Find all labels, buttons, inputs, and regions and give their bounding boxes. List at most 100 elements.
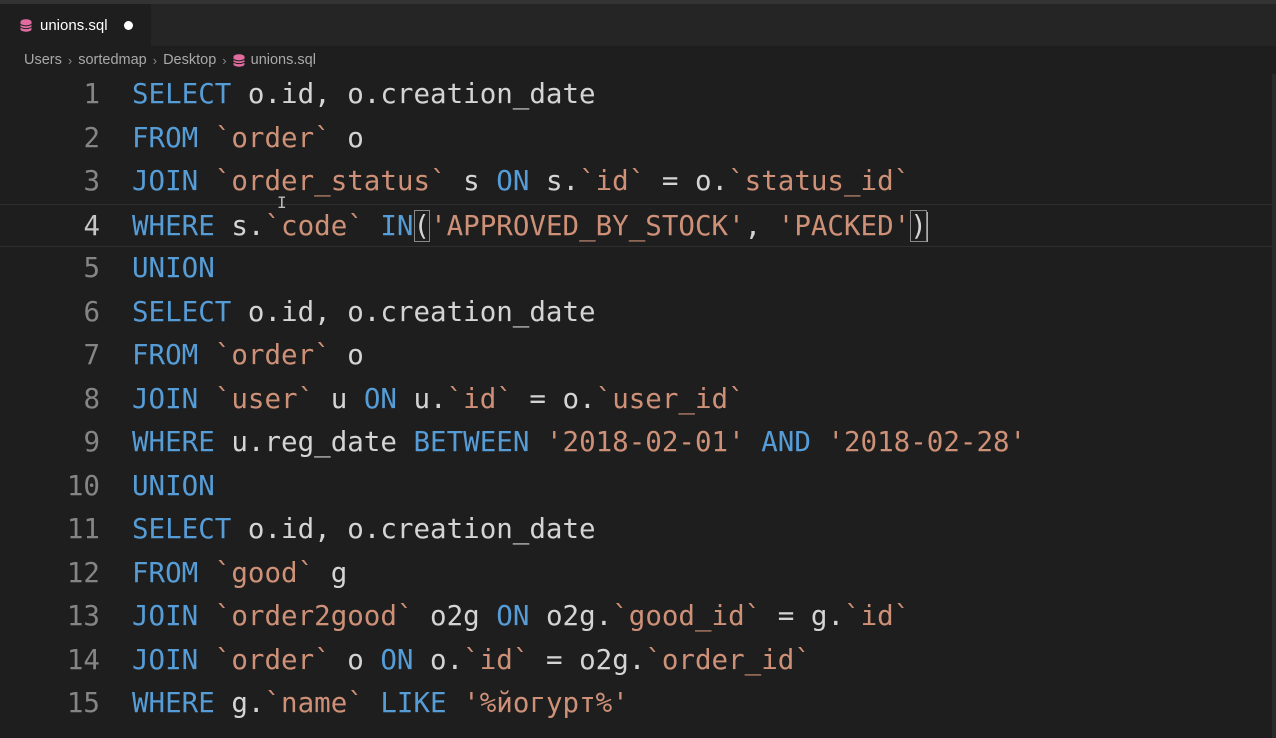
code-token: ON [496, 165, 530, 197]
code-token: JOIN [132, 165, 199, 197]
line-number: 12 [66, 556, 100, 589]
code-token: `order2good` [214, 600, 414, 632]
code-token: `order` [214, 121, 331, 154]
code-line[interactable]: 12 FROM `good` g [0, 552, 1276, 596]
code-text: SELECT o.id, o.creation_date [132, 291, 596, 335]
code-token: UNION [132, 252, 215, 284]
code-text: SELECT o.id, o.creation_date [132, 508, 596, 552]
line-number: 2 [83, 121, 100, 154]
code-token: = [512, 382, 563, 415]
code-token: `order_status` [214, 165, 447, 197]
code-token: o. [694, 165, 729, 197]
code-token: '2018-02-01' [545, 426, 745, 458]
code-line[interactable]: 13 JOIN `order2good` o2g ON o2g.`good_id`… [0, 595, 1276, 639]
code-token: ON [380, 643, 414, 676]
code-line[interactable]: 2 FROM `order` o [0, 117, 1276, 161]
code-token: o2g. [529, 600, 613, 632]
code-token: WHERE [132, 426, 215, 458]
code-token: '%йогурт%' [463, 687, 629, 719]
code-text: JOIN `order_status` s ON s.`id` = o.`sta… [132, 160, 910, 204]
code-token: 'APPROVED_BY_STOCK' [430, 209, 745, 242]
code-token: `order` [214, 643, 331, 676]
code-token: WHERE [132, 209, 215, 242]
line-number: 10 [66, 469, 100, 502]
tab-unions-sql[interactable]: unions.sql [0, 4, 151, 46]
code-token: `name` [264, 687, 364, 719]
code-line[interactable]: 5 UNION [0, 247, 1276, 291]
code-editor[interactable]: 1 SELECT o.id, o.creation_date 2 FROM `orde… [0, 74, 1276, 738]
code-token: AND [761, 426, 811, 458]
code-token: `order` [214, 339, 331, 371]
code-line[interactable]: 10 UNION [0, 465, 1276, 509]
code-line[interactable]: 14 JOIN `order` o ON o.`id` = o2g.`order_… [0, 639, 1276, 683]
code-line[interactable]: 11 SELECT o.id, o.creation_date [0, 508, 1276, 552]
line-number: 8 [83, 382, 100, 415]
code-token: `user_id` [595, 382, 745, 415]
code-text: UNION [132, 247, 215, 291]
code-token: SELECT [132, 513, 232, 545]
tab-bar: unions.sql [0, 4, 1276, 46]
code-line[interactable]: 6 SELECT o.id, o.creation_date [0, 291, 1276, 335]
code-text: SELECT o.id, o.creation_date [132, 73, 596, 117]
code-token: SELECT [132, 78, 232, 110]
code-line[interactable]: 3 JOIN `order_status` s ON s.`id` = o.`st… [0, 160, 1276, 204]
code-line[interactable]: 15 WHERE g.`name` LIKE '%йогурт%' [0, 682, 1276, 726]
code-token: u.reg_date [214, 426, 414, 458]
code-line[interactable]: 8 JOIN `user` u ON u.`id` = o.`user_id` [0, 378, 1276, 422]
line-number: 5 [83, 252, 100, 284]
code-token: IN [380, 209, 414, 242]
code-token: g [314, 556, 348, 589]
code-line[interactable]: 4 WHERE s.`code` IN('APPROVED_BY_STOCK', … [0, 203, 1276, 247]
breadcrumb-item-file[interactable]: unions.sql [232, 52, 316, 68]
breadcrumb-item-desktop[interactable]: Desktop [163, 52, 216, 68]
unsaved-dot-icon[interactable] [123, 20, 133, 30]
code-text: FROM `order` o [132, 117, 364, 161]
code-line[interactable]: 9 WHERE u.reg_date BETWEEN '2018-02-01' A… [0, 421, 1276, 465]
code-token: o [330, 643, 381, 676]
code-token: UNION [132, 469, 215, 502]
code-token: JOIN [132, 382, 199, 415]
code-token: `order_id` [645, 643, 811, 676]
chevron-right-icon: › [67, 52, 73, 68]
code-token: = [761, 600, 811, 632]
code-token: o2g. [579, 643, 646, 676]
line-number: 4 [83, 209, 100, 242]
code-token: o.id, o.creation_date [231, 295, 596, 328]
matched-bracket: ( [413, 209, 431, 242]
code-token: BETWEEN [413, 426, 530, 458]
breadcrumb-file-label: unions.sql [250, 52, 316, 68]
code-text: FROM `good` g [132, 552, 347, 596]
line-number: 6 [83, 295, 100, 328]
code-token: o2g [413, 600, 497, 632]
code-token: o [330, 121, 364, 154]
vertical-scrollbar[interactable] [1272, 74, 1276, 738]
code-token: o. [562, 382, 596, 415]
database-icon [232, 53, 245, 67]
code-token: `good` [214, 556, 315, 589]
code-token: g. [214, 687, 265, 719]
chevron-right-icon: › [222, 52, 227, 68]
code-token: FROM [132, 339, 199, 371]
code-token: `id` [446, 382, 513, 415]
line-number: 3 [83, 165, 100, 197]
line-number: 14 [66, 643, 100, 676]
editor-window: unions.sql Users › sortedmap › Desktop ›… [0, 0, 1276, 738]
line-number: 1 [83, 78, 100, 110]
code-line[interactable]: 7 FROM `order` o [0, 334, 1276, 378]
code-token: JOIN [132, 643, 199, 676]
code-token: = [645, 165, 695, 197]
code-line[interactable]: 1 SELECT o.id, o.creation_date [0, 73, 1276, 117]
breadcrumb-item-users[interactable]: Users [24, 52, 62, 68]
breadcrumb-item-sortedmap[interactable]: sortedmap [78, 52, 147, 68]
code-token: o. [413, 643, 464, 676]
chevron-right-icon: › [152, 52, 158, 68]
code-token: FROM [132, 121, 199, 154]
